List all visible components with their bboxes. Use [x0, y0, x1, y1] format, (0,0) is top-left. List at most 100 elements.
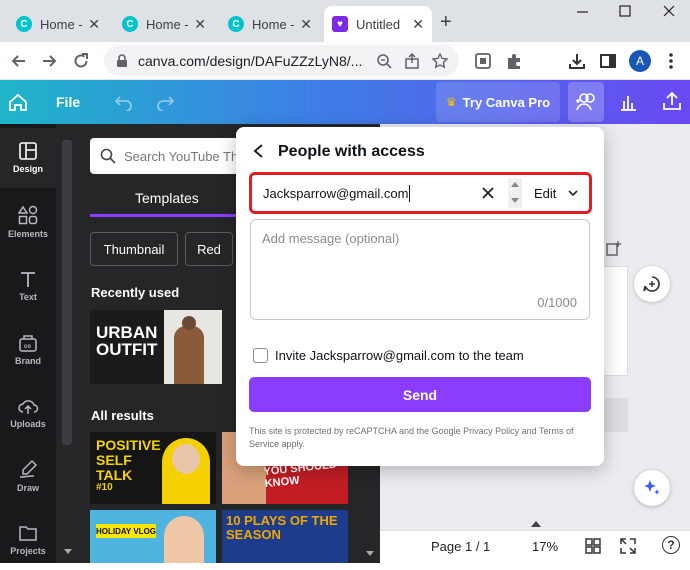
file-menu[interactable]: File — [56, 94, 80, 110]
browser-menu-icon[interactable] — [666, 52, 676, 70]
message-placeholder: Add message (optional) — [262, 231, 400, 246]
browser-toolbar: canva.com/design/DAFuZZzLyN8/... A — [0, 42, 690, 80]
template-thumbnail-holiday-vlog[interactable]: HOLIDAY VLOG — [90, 510, 216, 563]
stepper-down-icon[interactable] — [511, 198, 519, 203]
help-icon[interactable]: ? — [662, 536, 680, 554]
fullscreen-expand-icon[interactable] — [620, 538, 636, 554]
template-thumbnail-positive-self-talk[interactable]: POSITIVE SELF TALK #10 — [90, 432, 216, 504]
expand-notes-chevron-icon[interactable] — [531, 521, 541, 527]
rail-label: Brand — [14, 356, 41, 366]
zoom-level[interactable]: 17% — [532, 539, 558, 554]
permission-dropdown[interactable]: Edit — [526, 178, 586, 208]
comment-button[interactable] — [634, 266, 670, 302]
page-indicator[interactable]: Page 1 / 1 — [431, 539, 490, 554]
reload-icon[interactable] — [72, 52, 90, 70]
filter-chip-red[interactable]: Red — [185, 232, 233, 266]
close-tab-icon[interactable]: ✕ — [300, 16, 312, 33]
template-thumbnail-urban-outfit[interactable]: URBAN OUTFIT — [90, 310, 222, 384]
invite-to-team-label: Invite Jacksparrow@gmail.com to the team — [275, 348, 524, 363]
people-add-icon — [576, 93, 595, 111]
rail-item-design[interactable]: Design — [0, 128, 56, 188]
dialog-title: People with access — [278, 143, 425, 160]
results-scroll-down-icon[interactable] — [366, 551, 374, 556]
panel-scrollbar[interactable] — [62, 140, 72, 445]
rail-label: Elements — [7, 229, 49, 239]
templates-tab-underline — [90, 214, 236, 217]
invite-to-team-checkbox[interactable] — [253, 348, 268, 363]
share-icon[interactable] — [404, 52, 420, 69]
rail-item-elements[interactable]: Elements — [0, 192, 56, 252]
add-page-icon[interactable] — [606, 240, 622, 256]
browser-tab-active[interactable]: ♥ Untitled ✕ — [324, 6, 432, 42]
send-button[interactable]: Send — [249, 377, 591, 412]
rail-item-brand[interactable]: co Brand — [0, 320, 56, 380]
permission-value: Edit — [534, 185, 557, 201]
lock-icon — [117, 53, 127, 67]
email-value: Jacksparrow@gmail.com — [263, 185, 409, 201]
maximize-button[interactable] — [610, 0, 640, 20]
download-icon[interactable] — [568, 52, 586, 70]
stepper-up-icon[interactable] — [511, 182, 519, 187]
bookmark-star-icon[interactable] — [432, 52, 449, 69]
tab-templates[interactable]: Templates — [135, 190, 199, 206]
rail-label: Text — [19, 292, 37, 302]
extensions-puzzle-icon[interactable] — [505, 52, 523, 70]
new-tab-icon[interactable]: + — [440, 11, 452, 34]
thumbnail-photo — [164, 516, 204, 563]
rail-item-projects[interactable]: Projects — [0, 510, 56, 570]
undo-icon[interactable] — [114, 93, 134, 111]
redo-icon[interactable] — [155, 93, 175, 111]
thumbnail-text: 10 PLAYS OF THE SEASON — [226, 513, 338, 542]
close-tab-icon[interactable]: ✕ — [412, 16, 424, 33]
grid-view-icon[interactable] — [585, 538, 601, 554]
side-panel-icon[interactable] — [599, 52, 617, 70]
address-bar[interactable]: canva.com/design/DAFuZZzLyN8/... — [104, 45, 459, 76]
close-tab-icon[interactable]: ✕ — [194, 16, 206, 33]
elements-shapes-icon — [18, 205, 38, 225]
search-icon — [100, 148, 116, 164]
recently-used-heading: Recently used — [91, 285, 180, 300]
recaptcha-disclaimer: This site is protected by reCAPTCHA and … — [249, 426, 574, 449]
profile-avatar[interactable]: A — [629, 50, 651, 72]
thumbnail-number: #10 — [96, 482, 113, 493]
close-tab-icon[interactable]: ✕ — [88, 16, 100, 33]
search-placeholder: Search YouTube Th — [124, 148, 239, 164]
clear-input-icon[interactable] — [481, 186, 495, 200]
magic-assistant-button[interactable] — [634, 470, 670, 506]
stepper-control[interactable] — [508, 178, 522, 208]
comment-refresh-icon — [643, 276, 660, 292]
message-textarea[interactable]: Add message (optional) 0/1000 — [250, 219, 590, 320]
rail-label: Projects — [10, 546, 46, 556]
upload-share-icon[interactable] — [662, 91, 682, 111]
search-input[interactable]: Search YouTube Th — [90, 138, 240, 174]
rail-item-draw[interactable]: Draw — [0, 446, 56, 506]
canva-favicon-icon: C — [16, 16, 32, 32]
rail-item-text[interactable]: Text — [0, 256, 56, 316]
brand-icon: co — [19, 335, 37, 352]
home-icon[interactable] — [8, 93, 28, 111]
share-people-button[interactable] — [568, 82, 604, 122]
zoom-icon[interactable] — [376, 53, 392, 69]
all-results-heading: All results — [91, 408, 154, 423]
back-arrow-icon[interactable] — [10, 52, 28, 70]
screenshot-icon[interactable] — [474, 52, 492, 70]
close-window-button[interactable] — [655, 0, 690, 20]
insights-chart-icon[interactable] — [618, 92, 638, 112]
minimize-button[interactable] — [565, 0, 595, 20]
filter-chip-thumbnail[interactable]: Thumbnail — [90, 232, 178, 266]
browser-tab-1[interactable]: C Home - ✕ — [8, 6, 108, 42]
browser-tab-2[interactable]: C Home - ✕ — [114, 6, 214, 42]
add-page-placeholder[interactable] — [600, 398, 628, 432]
email-input[interactable]: Jacksparrow@gmail.com — [252, 175, 508, 211]
browser-tab-3[interactable]: C Home - ✕ — [220, 6, 320, 42]
scroll-down-arrow-icon[interactable] — [64, 549, 72, 554]
try-canva-pro-button[interactable]: ♛ Try Canva Pro — [436, 82, 560, 122]
tab-title: Home - — [252, 16, 295, 32]
canva-favicon-icon: C — [122, 16, 138, 32]
rail-item-uploads[interactable]: Uploads — [0, 383, 56, 443]
rail-label: Draw — [16, 483, 39, 493]
forward-arrow-icon[interactable] — [40, 52, 58, 70]
person-face — [172, 444, 200, 474]
back-chevron-icon[interactable] — [252, 143, 266, 159]
template-thumbnail-10-plays[interactable]: 10 PLAYS OF THE SEASON — [222, 510, 348, 563]
